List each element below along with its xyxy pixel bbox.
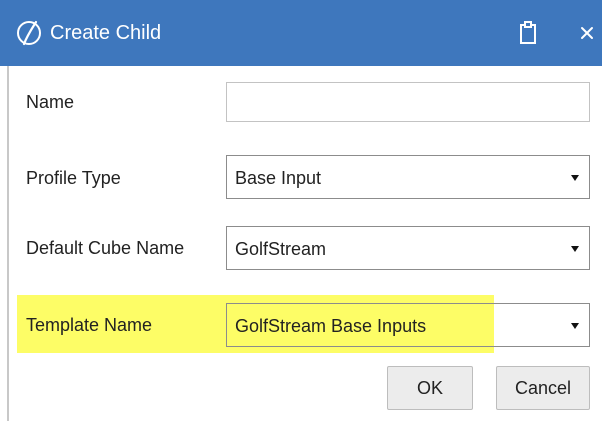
create-child-dialog: Create Child Name Profile Type Base Inpu… — [0, 0, 602, 421]
profile-type-select[interactable]: Base Input — [226, 155, 590, 199]
profile-type-label: Profile Type — [26, 168, 121, 188]
dialog-left-border — [7, 66, 9, 421]
default-cube-name-value: GolfStream — [235, 239, 327, 259]
template-name-select[interactable]: GolfStream Base Inputs — [226, 303, 590, 347]
cancel-button[interactable]: Cancel — [496, 366, 590, 410]
chevron-down-icon — [571, 323, 579, 329]
chevron-down-icon — [571, 246, 579, 252]
title-bar: Create Child — [0, 0, 602, 66]
default-cube-name-label: Default Cube Name — [26, 238, 185, 258]
template-name-label: Template Name — [26, 315, 153, 335]
dialog-title: Create Child — [50, 22, 162, 44]
chevron-down-icon — [571, 175, 579, 181]
ok-button[interactable]: OK — [387, 366, 473, 410]
close-icon[interactable] — [576, 22, 598, 44]
profile-type-value: Base Input — [235, 168, 322, 188]
onestream-logo-icon — [17, 20, 41, 46]
clipboard-icon[interactable] — [518, 20, 538, 46]
name-label: Name — [26, 92, 75, 112]
name-input[interactable] — [226, 82, 590, 122]
template-name-value: GolfStream Base Inputs — [235, 316, 427, 336]
default-cube-name-select[interactable]: GolfStream — [226, 226, 590, 270]
